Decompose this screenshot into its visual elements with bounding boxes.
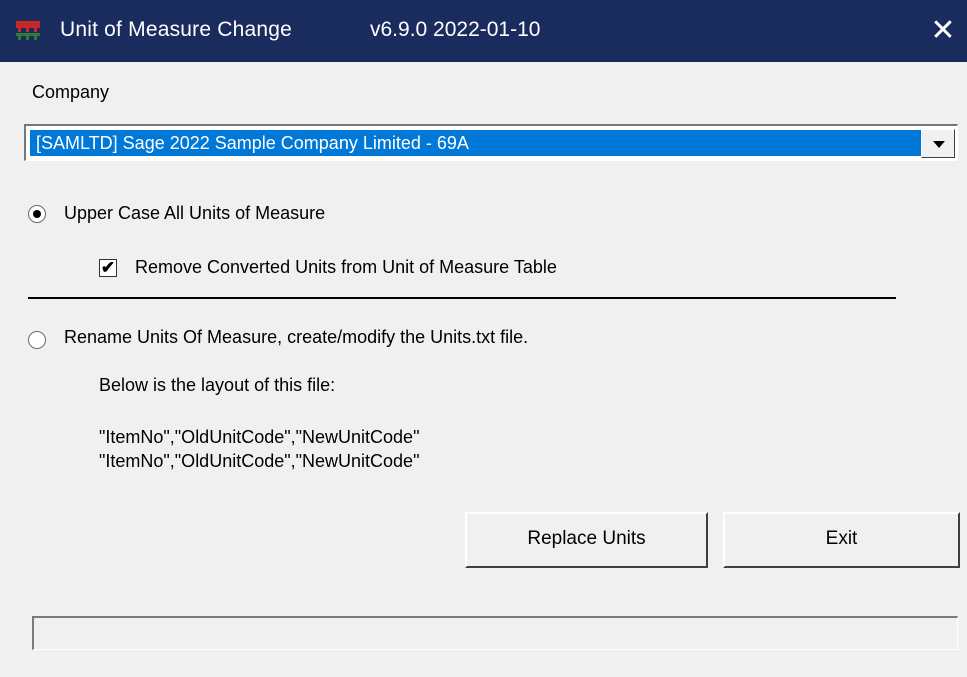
- uppercase-radio[interactable]: [28, 205, 46, 223]
- title-bar: Unit of Measure Change v6.9.0 2022-01-10…: [0, 0, 967, 62]
- layout-line-1: "ItemNo","OldUnitCode","NewUnitCode": [99, 427, 420, 447]
- dropdown-button[interactable]: [921, 129, 955, 158]
- remove-converted-label: Remove Converted Units from Unit of Meas…: [135, 257, 557, 277]
- rename-label: Rename Units Of Measure, create/modify t…: [64, 327, 529, 347]
- company-select[interactable]: [SAMLTD] Sage 2022 Sample Company Limite…: [24, 124, 958, 161]
- radio-selected-dot: [33, 210, 41, 218]
- exit-button[interactable]: Exit: [723, 512, 960, 568]
- company-label: Company: [32, 82, 110, 102]
- close-icon[interactable]: ✕: [925, 14, 961, 48]
- app-icon: [16, 21, 40, 40]
- layout-line-2: "ItemNo","OldUnitCode","NewUnitCode": [99, 451, 420, 471]
- remove-converted-checkbox[interactable]: ✔: [99, 259, 117, 277]
- chevron-down-icon: [933, 141, 945, 148]
- checkmark-icon: ✔: [100, 258, 116, 277]
- window-version: v6.9.0 2022-01-10: [370, 18, 541, 41]
- uppercase-label: Upper Case All Units of Measure: [64, 203, 326, 223]
- company-selected-value: [SAMLTD] Sage 2022 Sample Company Limite…: [30, 130, 923, 156]
- separator-line: [28, 297, 896, 299]
- replace-units-button[interactable]: Replace Units: [465, 512, 708, 568]
- layout-intro-text: Below is the layout of this file:: [99, 375, 336, 395]
- window-title: Unit of Measure Change: [60, 18, 293, 41]
- rename-radio[interactable]: [28, 331, 46, 349]
- status-bar: [32, 616, 958, 650]
